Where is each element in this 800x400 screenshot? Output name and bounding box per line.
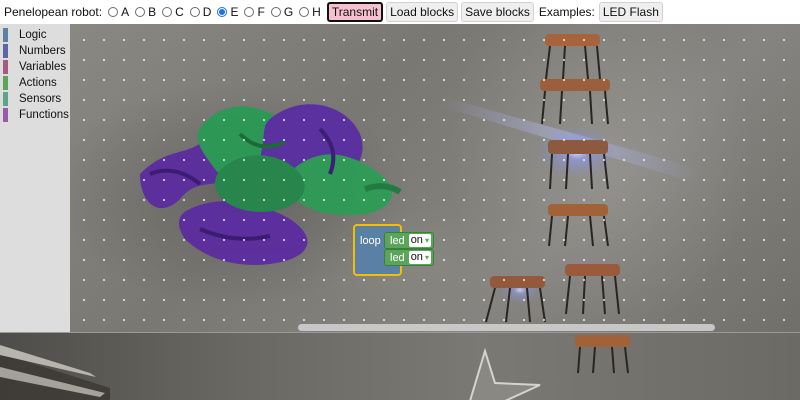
- robot-option-d[interactable]: D: [189, 5, 211, 19]
- led-block-2[interactable]: led on ▾: [384, 249, 434, 266]
- sensors-swatch: [3, 92, 8, 106]
- radio-c[interactable]: [162, 7, 173, 17]
- toolbox-category-functions[interactable]: Functions: [0, 107, 70, 123]
- led-block-1-label: led: [390, 234, 405, 247]
- loop-block-label: loop: [360, 235, 381, 247]
- toolbox-category-variables[interactable]: Variables: [0, 59, 70, 75]
- toolbox-category-numbers[interactable]: Numbers: [0, 43, 70, 59]
- save-blocks-button[interactable]: Save blocks: [461, 2, 534, 22]
- transmit-button[interactable]: Transmit: [326, 2, 384, 22]
- radio-f[interactable]: [244, 7, 255, 17]
- toolbox-category-actions[interactable]: Actions: [0, 75, 70, 91]
- robot-option-h[interactable]: H: [299, 5, 321, 19]
- radio-a[interactable]: [108, 7, 119, 17]
- toolbox: Logic Numbers Variables Actions Sensors …: [0, 24, 70, 332]
- blocks-workspace[interactable]: Logic Numbers Variables Actions Sensors …: [0, 24, 800, 332]
- led-block-1-dropdown[interactable]: on ▾: [408, 234, 431, 247]
- numbers-swatch: [3, 44, 8, 58]
- robot-option-b[interactable]: B: [135, 5, 156, 19]
- video-background-strip: [0, 332, 800, 400]
- chevron-down-icon: ▾: [424, 236, 429, 245]
- examples-label: Examples:: [538, 5, 595, 19]
- load-blocks-button[interactable]: Load blocks: [386, 2, 459, 22]
- radio-g[interactable]: [270, 7, 281, 17]
- led-block-2-dropdown[interactable]: on ▾: [408, 251, 431, 264]
- radio-d[interactable]: [189, 7, 200, 17]
- functions-swatch: [3, 108, 8, 122]
- workspace-horizontal-scrollbar[interactable]: [298, 324, 715, 331]
- radio-e[interactable]: [217, 7, 228, 17]
- radio-b[interactable]: [135, 7, 146, 17]
- workspace-grid: [0, 24, 800, 332]
- led-block-1[interactable]: led on ▾: [384, 232, 434, 249]
- actions-swatch: [3, 76, 8, 90]
- variables-swatch: [3, 60, 8, 74]
- chevron-down-icon: ▾: [424, 253, 429, 262]
- video-frame-image: [0, 335, 630, 400]
- robot-option-c[interactable]: C: [162, 5, 184, 19]
- toolbox-category-logic[interactable]: Logic: [0, 27, 70, 43]
- robot-selector-title: Penelopean robot:: [4, 5, 103, 19]
- led-block-2-label: led: [390, 251, 405, 264]
- radio-h[interactable]: [299, 7, 310, 17]
- logic-swatch: [3, 28, 8, 42]
- robot-option-g[interactable]: G: [270, 5, 293, 19]
- robot-option-a[interactable]: A: [108, 5, 129, 19]
- robot-option-e[interactable]: E: [217, 5, 238, 19]
- toolbox-category-sensors[interactable]: Sensors: [0, 91, 70, 107]
- robot-option-f[interactable]: F: [244, 5, 265, 19]
- top-toolbar: Penelopean robot: A B C D E F G H Transm…: [0, 0, 800, 24]
- led-flash-example-button[interactable]: LED Flash: [598, 2, 663, 22]
